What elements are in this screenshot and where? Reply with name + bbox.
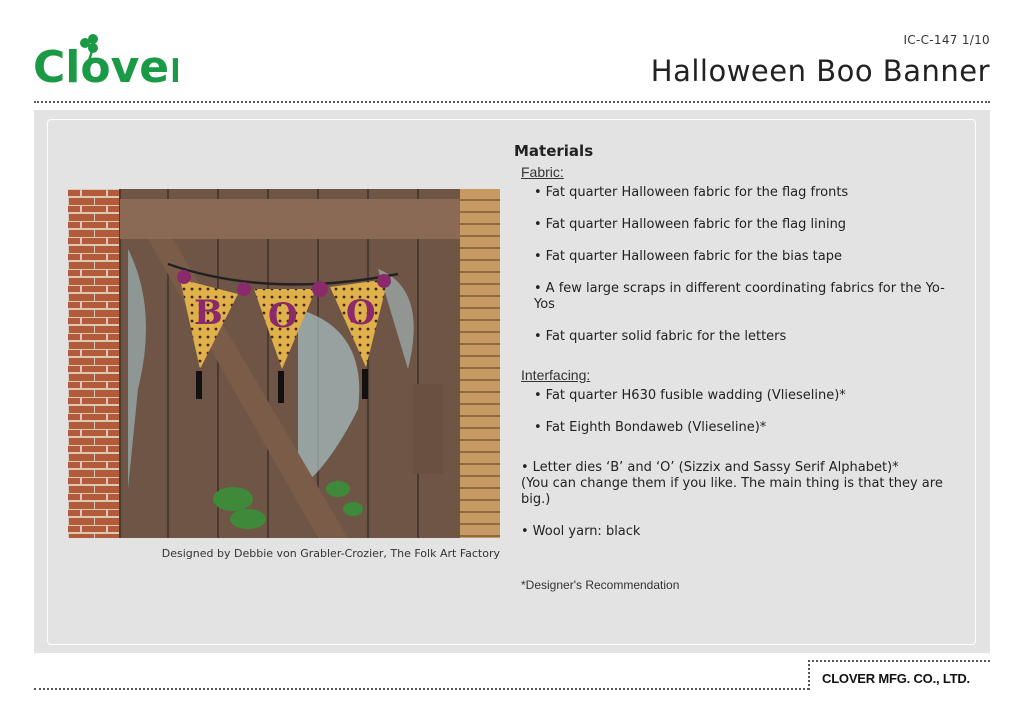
materials-heading: Materials xyxy=(514,142,594,160)
content-panel: B O O Designed by Debbie von Grabler-Cro… xyxy=(34,110,990,653)
company-name: CLOVER MFG. CO., LTD. xyxy=(822,671,970,686)
materials-section: Materials Fabric: • Fat quarter Halloween… xyxy=(514,142,954,592)
material-item: • Fat quarter Halloween fabric for the fl… xyxy=(534,185,849,200)
material-item: • Fat quarter solid fabric for the letter… xyxy=(534,329,787,344)
bottom-divider xyxy=(34,688,809,690)
clover-logo: Clover xyxy=(33,30,178,90)
material-item: • Fat quarter Halloween fabric for the bi… xyxy=(534,249,842,264)
material-item: • Fat Eighth Bondaweb (Vlieseline)* xyxy=(534,420,767,435)
fabric-label: Fabric: xyxy=(521,164,564,180)
material-item: • A few large scraps in different coordin… xyxy=(534,281,945,312)
project-photo: B O O xyxy=(68,189,500,538)
page-title: Halloween Boo Banner xyxy=(650,54,990,88)
top-divider xyxy=(34,101,990,103)
wood-fence xyxy=(460,189,500,538)
banner-letter-o-2: O xyxy=(346,293,376,333)
interfacing-label: Interfacing: xyxy=(521,367,591,383)
document-code: IC-C-147 1/10 xyxy=(903,33,990,47)
material-item: • Letter dies ‘B’ and ‘O’ (Sizzix and Sas… xyxy=(521,460,899,475)
designer-credit: Designed by Debbie von Grabler-Crozier, … xyxy=(161,547,500,560)
door-crossbeam xyxy=(120,199,460,239)
material-item: • Fat quarter Halloween fabric for the fl… xyxy=(534,217,847,232)
banner-letter-b: B xyxy=(194,293,223,333)
banner-letter-o-1: O xyxy=(268,296,298,336)
material-note: (You can change them if you like. The ma… xyxy=(521,476,943,507)
material-item: • Wool yarn: black xyxy=(521,524,641,539)
designer-recommendation-note: *Designer's Recommendation xyxy=(521,578,680,592)
material-item: • Fat quarter H630 fusible wadding (Vlies… xyxy=(534,388,846,403)
brick-wall xyxy=(68,189,120,538)
logo-wordmark: Clover xyxy=(33,42,178,90)
